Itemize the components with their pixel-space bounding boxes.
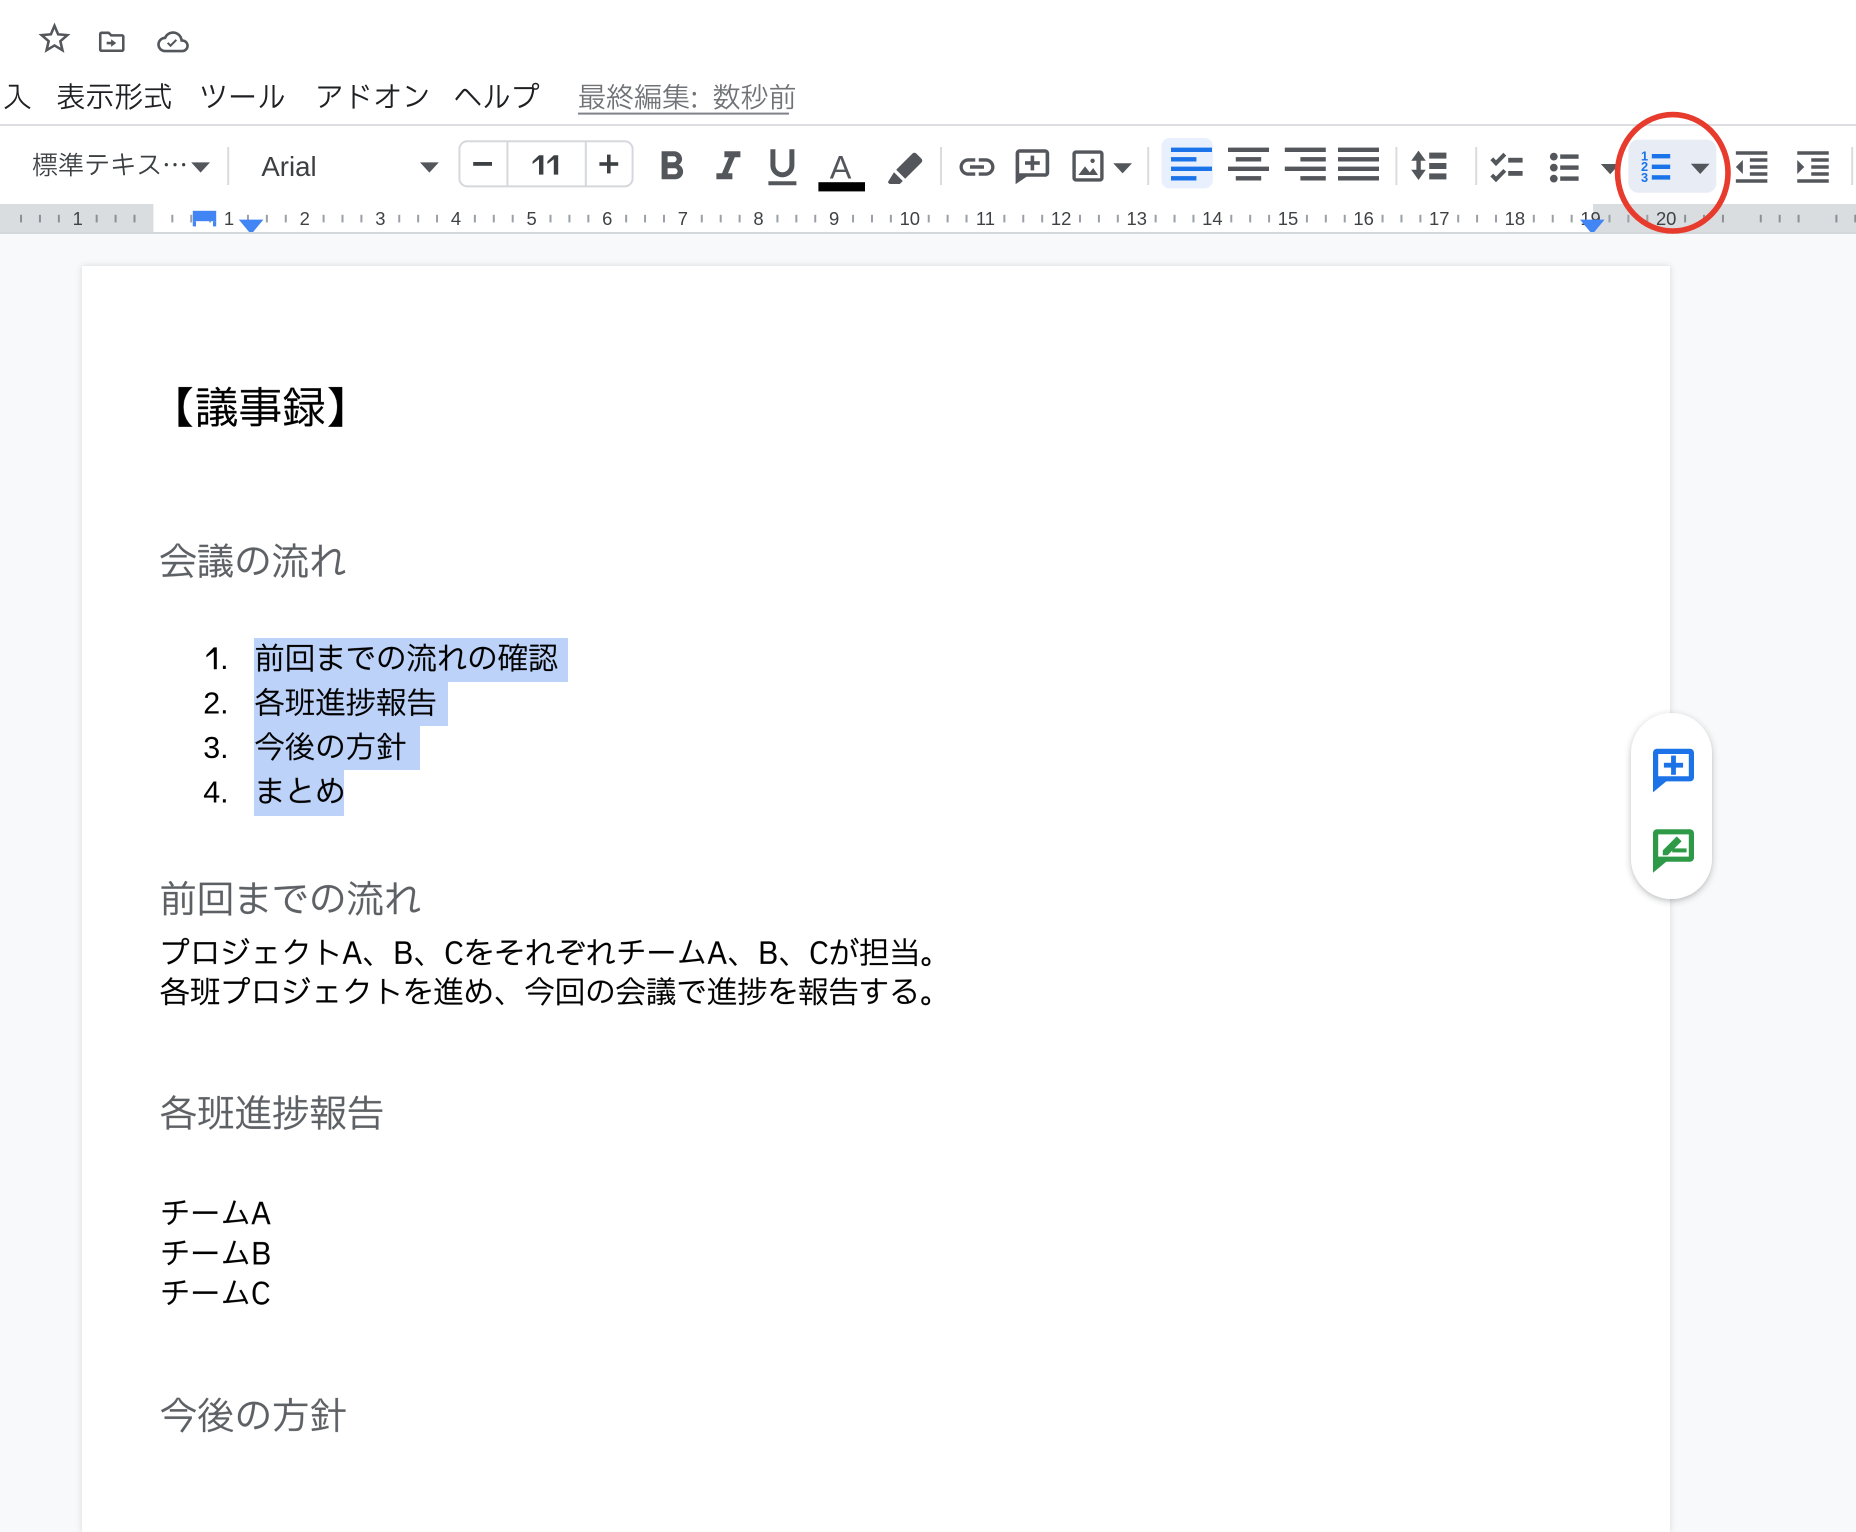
svg-text:3.: 3. <box>203 731 228 765</box>
svg-text:4.: 4. <box>203 775 228 809</box>
svg-text:.: . <box>220 642 228 676</box>
svg-text:2.: 2. <box>203 687 228 721</box>
